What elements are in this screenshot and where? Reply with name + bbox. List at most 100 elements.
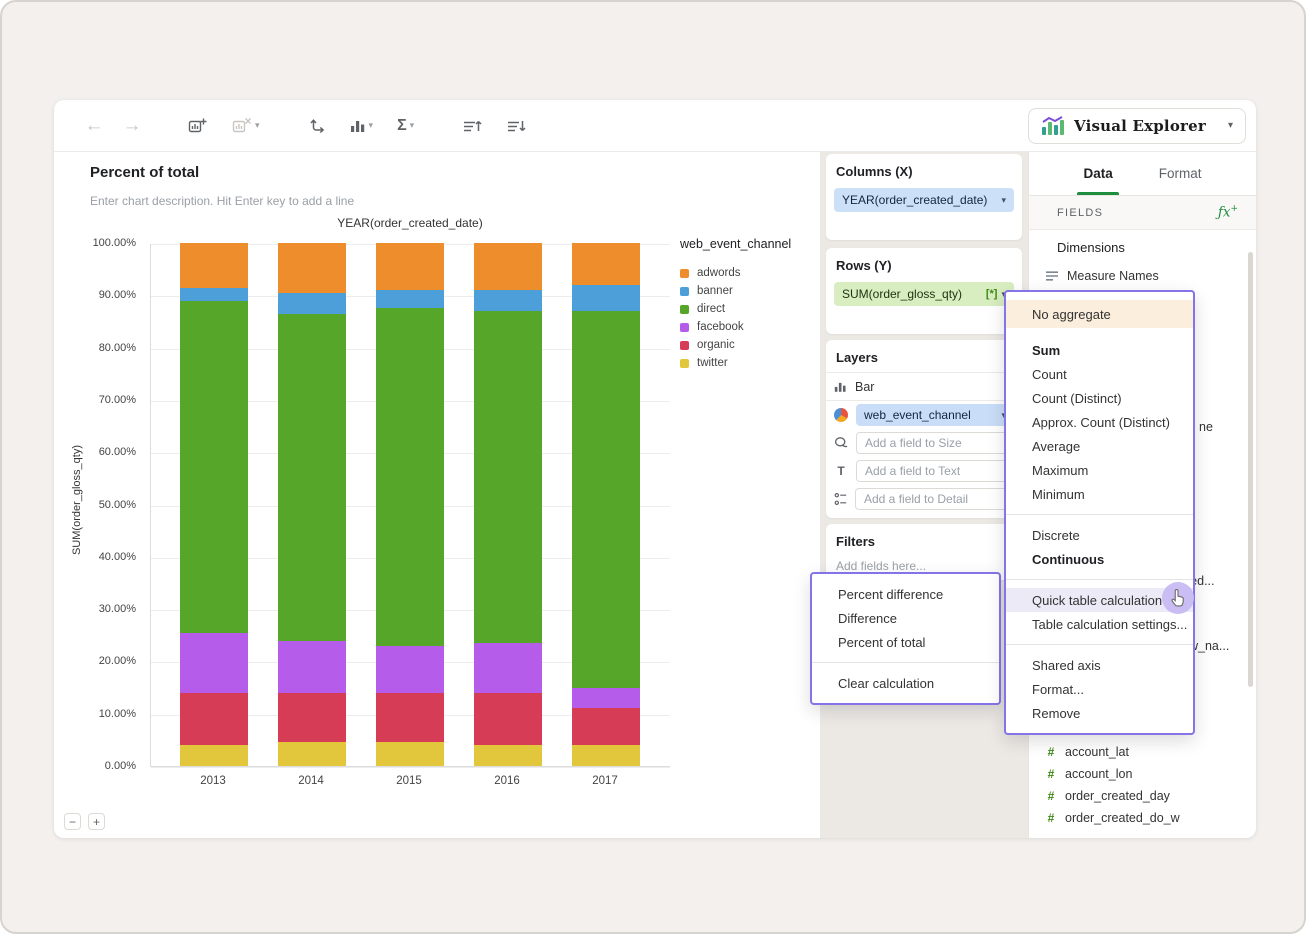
remove-visualization-button[interactable]: ▾ — [228, 113, 264, 138]
chevron-down-icon[interactable]: ▾ — [1001, 195, 1006, 206]
bar-segment-organic[interactable] — [572, 708, 640, 746]
field-item-clipped[interactable]: # — [1045, 832, 1057, 838]
bar-segment-adwords[interactable] — [474, 243, 542, 291]
legend-item[interactable]: twitter — [680, 354, 830, 372]
bar-segment-organic[interactable] — [278, 692, 346, 743]
bar-segment-direct[interactable] — [572, 311, 640, 688]
bar-segment-twitter[interactable] — [376, 742, 444, 766]
menu-item-percent-difference[interactable]: Percent difference — [812, 582, 999, 606]
menu-item-approx-count-distinct[interactable]: Approx. Count (Distinct) — [1006, 410, 1193, 434]
sort-ascending-button[interactable] — [458, 114, 486, 138]
layer-type-row[interactable]: Bar — [826, 373, 1022, 401]
plot-area — [150, 243, 670, 768]
bar-segment-banner[interactable] — [376, 290, 444, 309]
color-pill[interactable]: web_event_channel ▾ — [856, 404, 1014, 426]
bar-segment-adwords[interactable] — [180, 243, 248, 288]
bar-segment-banner[interactable] — [572, 284, 640, 312]
rows-pill[interactable]: SUM(order_gloss_qty) [*] ▾ — [834, 282, 1014, 306]
legend-label: organic — [697, 339, 735, 351]
sort-descending-button[interactable] — [502, 114, 530, 138]
bar-segment-organic[interactable] — [180, 692, 248, 746]
bar-segment-adwords[interactable] — [376, 243, 444, 291]
menu-item-remove[interactable]: Remove — [1006, 701, 1193, 725]
field-item-partially-hidden[interactable]: ne — [1199, 420, 1213, 434]
zoom-out-button[interactable]: − — [64, 813, 81, 830]
field-item[interactable]: # order_created_do_w — [1045, 807, 1246, 829]
menu-item-format[interactable]: Format... — [1006, 677, 1193, 701]
menu-item-clear-calculation[interactable]: Clear calculation — [812, 671, 999, 695]
menu-item-continuous[interactable]: Continuous — [1006, 547, 1193, 571]
menu-item-percent-of-total[interactable]: Percent of total — [812, 630, 999, 654]
tab-data[interactable]: Data — [1077, 152, 1120, 195]
legend-item[interactable]: banner — [680, 282, 830, 300]
add-calculation-button[interactable]: ƒx+ — [1218, 204, 1238, 221]
chart-type-button[interactable]: ▾ — [346, 114, 378, 137]
menu-item-shared-axis[interactable]: Shared axis — [1006, 653, 1193, 677]
rows-shelf-label: Rows (Y) — [836, 258, 892, 273]
menu-item-sum[interactable]: Sum — [1006, 338, 1193, 362]
bar-segment-direct[interactable] — [376, 308, 444, 646]
bar-segment-facebook[interactable] — [572, 687, 640, 709]
swap-axes-button[interactable] — [304, 113, 330, 139]
menu-item-maximum[interactable]: Maximum — [1006, 458, 1193, 482]
aggregate-button[interactable]: Σ ▾ — [393, 114, 418, 138]
field-item[interactable]: # account_lat — [1045, 741, 1246, 763]
chart-description-placeholder[interactable]: Enter chart description. Hit Enter key t… — [90, 194, 354, 208]
menu-item-count-distinct[interactable]: Count (Distinct) — [1006, 386, 1193, 410]
tab-format[interactable]: Format — [1159, 152, 1202, 195]
bar-segment-banner[interactable] — [474, 290, 542, 312]
fields-scrollbar[interactable] — [1248, 252, 1253, 687]
table-calc-badge: [*] — [985, 288, 998, 300]
legend-item[interactable]: adwords — [680, 264, 830, 282]
bar-segment-twitter[interactable] — [180, 745, 248, 766]
bar-segment-facebook[interactable] — [376, 645, 444, 693]
menu-item-discrete[interactable]: Discrete — [1006, 523, 1193, 547]
columns-pill[interactable]: YEAR(order_created_date) ▾ — [834, 188, 1014, 212]
bar-segment-organic[interactable] — [474, 692, 542, 746]
bar-segment-facebook[interactable] — [278, 640, 346, 693]
y-axis-tick-label: 80.00% — [98, 341, 136, 354]
bar-segment-banner[interactable] — [278, 292, 346, 314]
bar-segment-direct[interactable] — [180, 300, 248, 633]
color-encoding-row: web_event_channel ▾ — [826, 401, 1022, 429]
size-encoding-row: Add a field to Size — [826, 429, 1022, 457]
bar-segment-organic[interactable] — [376, 692, 444, 743]
menu-item-no-aggregate[interactable]: No aggregate — [1006, 300, 1193, 328]
chart-title[interactable]: Percent of total — [90, 164, 199, 181]
duplicate-chart-icon — [188, 118, 207, 133]
bar-segment-twitter[interactable] — [474, 745, 542, 766]
menu-item-count[interactable]: Count — [1006, 362, 1193, 386]
menu-item-average[interactable]: Average — [1006, 434, 1193, 458]
legend-item[interactable]: direct — [680, 300, 830, 318]
bar-segment-direct[interactable] — [474, 311, 542, 644]
legend-item[interactable]: facebook — [680, 318, 830, 336]
chevron-down-icon: ▾ — [409, 120, 415, 130]
bar-segment-facebook[interactable] — [474, 643, 542, 693]
bar-segment-adwords[interactable] — [572, 243, 640, 285]
legend-title: web_event_channel — [680, 237, 792, 251]
menu-item-difference[interactable]: Difference — [812, 606, 999, 630]
field-item-partially-hidden[interactable]: w_na... — [1189, 639, 1229, 653]
detail-field-dropzone[interactable]: Add a field to Detail — [855, 488, 1014, 510]
mouse-cursor — [1160, 580, 1196, 616]
bar-segment-banner[interactable] — [180, 287, 248, 301]
forward-button[interactable]: → — [120, 115, 144, 137]
color-encoding-icon[interactable] — [834, 408, 848, 422]
legend-item[interactable]: organic — [680, 336, 830, 354]
size-field-dropzone[interactable]: Add a field to Size — [856, 432, 1014, 454]
field-item[interactable]: # order_created_day — [1045, 785, 1246, 807]
text-field-dropzone[interactable]: Add a field to Text — [856, 460, 1014, 482]
bar-segment-facebook[interactable] — [180, 632, 248, 693]
bar-segment-twitter[interactable] — [572, 745, 640, 766]
duplicate-visualization-button[interactable] — [184, 113, 212, 138]
field-item[interactable]: # account_lon — [1045, 763, 1246, 785]
back-button[interactable]: ← — [82, 115, 106, 137]
detail-encoding-icon — [834, 493, 847, 505]
bar-segment-twitter[interactable] — [278, 742, 346, 766]
bar-segment-direct[interactable] — [278, 313, 346, 641]
zoom-in-button[interactable]: + — [88, 813, 105, 830]
field-measure-names[interactable]: Measure Names — [1045, 264, 1159, 288]
visual-explorer-menu-button[interactable]: Visual Explorer ▾ — [1028, 107, 1246, 144]
menu-item-minimum[interactable]: Minimum — [1006, 482, 1193, 506]
bar-segment-adwords[interactable] — [278, 243, 346, 293]
